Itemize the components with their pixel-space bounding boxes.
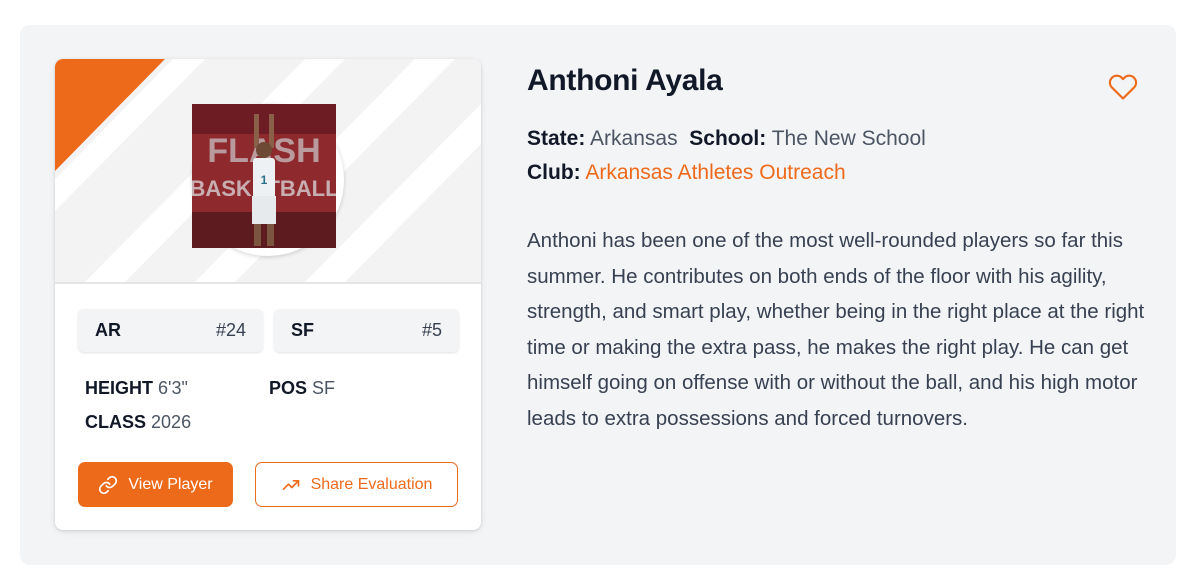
player-photo: FLASH BASKETBALL 1 <box>192 104 336 248</box>
heart-icon[interactable] <box>1107 72 1139 102</box>
share-evaluation-button[interactable]: Share Evaluation <box>255 462 458 507</box>
pos-stat: POS SF <box>269 378 335 399</box>
school-value: The New School <box>771 127 926 150</box>
header-divider <box>55 282 481 284</box>
player-club: Club: Arkansas Athletes Outreach <box>527 161 846 185</box>
trending-up-icon <box>282 479 299 490</box>
class-label: CLASS <box>85 412 147 432</box>
state-rank-tag: AR #24 <box>78 309 263 352</box>
height-value: 6'3" <box>158 378 188 398</box>
school-label: School: <box>689 127 767 150</box>
player-evaluation-text: Anthoni has been one of the most well-ro… <box>527 229 1145 430</box>
player-avatar: FLASH BASKETBALL 1 <box>192 104 344 256</box>
height-label: HEIGHT <box>85 378 154 398</box>
svg-text:1: 1 <box>261 173 268 187</box>
state-abbrev: AR <box>95 320 121 340</box>
class-value: 2026 <box>151 412 192 432</box>
state-label: State: <box>527 127 586 150</box>
share-evaluation-label: Share Evaluation <box>310 475 433 493</box>
player-card-header: FLASH BASKETBALL 1 <box>55 59 481 282</box>
view-player-button[interactable]: View Player <box>78 462 233 507</box>
height-stat: HEIGHT 6'3" <box>85 378 188 399</box>
class-stat: CLASS 2026 <box>85 412 191 433</box>
position-rank-tag: SF #5 <box>274 309 459 352</box>
view-player-label: View Player <box>128 475 213 493</box>
position-rank: #5 <box>421 320 442 340</box>
player-location: State: Arkansas School: The New School <box>527 127 926 151</box>
link-icon <box>99 475 118 494</box>
state-value: Arkansas <box>590 127 678 150</box>
state-rank: #24 <box>215 320 246 340</box>
pos-value: SF <box>312 378 336 398</box>
pos-label: POS <box>269 378 308 398</box>
player-name: Anthoni Ayala <box>527 64 723 97</box>
club-link[interactable]: Arkansas Athletes Outreach <box>585 161 845 184</box>
position-abbrev: SF <box>291 320 315 340</box>
player-card: FLASH BASKETBALL 1 AR #24 SF #5 HEIGHT <box>55 59 481 530</box>
club-label: Club: <box>527 161 581 184</box>
